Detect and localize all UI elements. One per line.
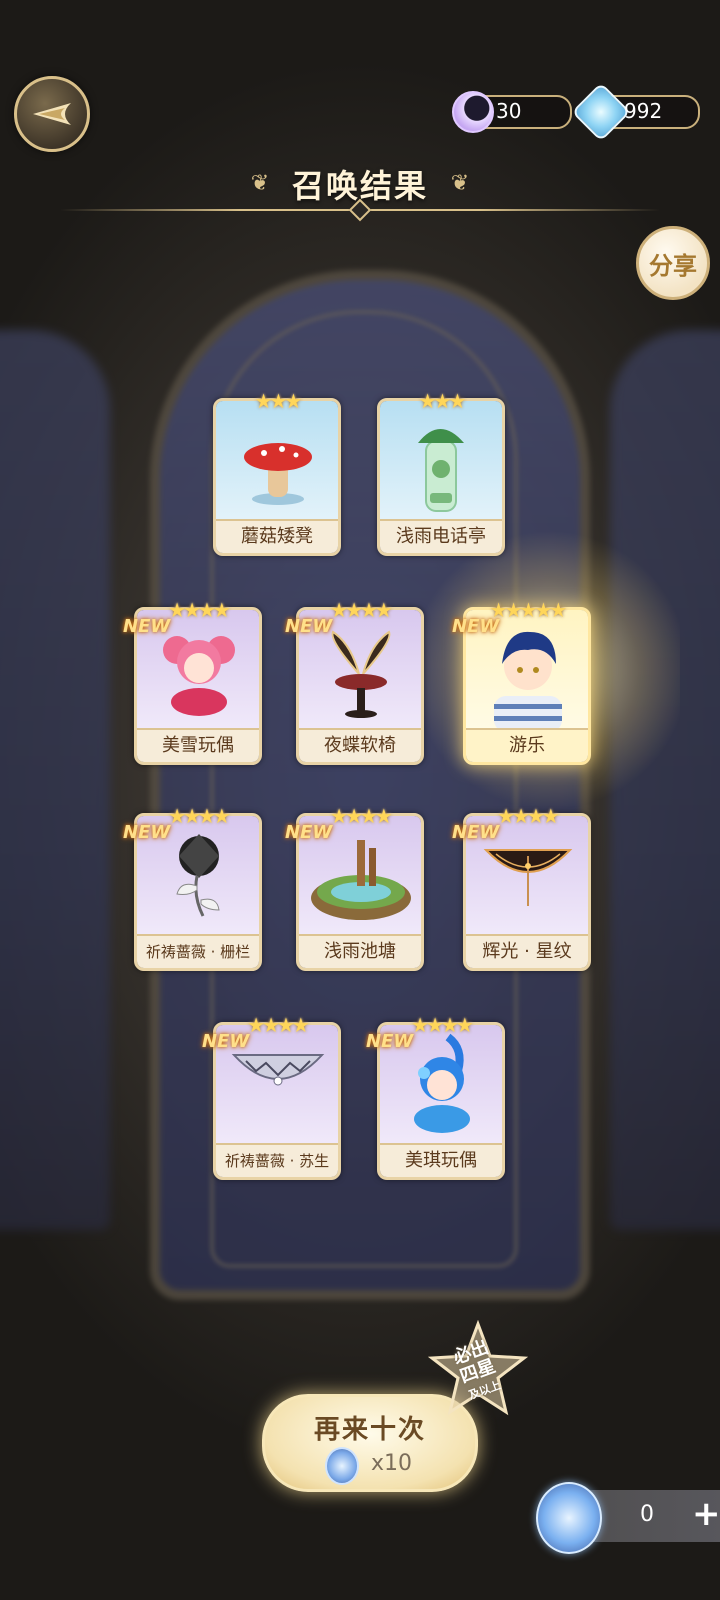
new-badge: NEW: [366, 1031, 414, 1052]
card-name: 夜蝶软椅: [299, 728, 421, 762]
share-label: 分享: [649, 251, 697, 280]
result-card-6[interactable]: ★★★★ NEW 祈祷蔷薇 · 栅栏: [123, 804, 262, 971]
card-name: 浅雨池塘: [299, 934, 421, 968]
title-banner: ❦ 召唤结果 ❦: [0, 155, 720, 225]
result-card-10[interactable]: ★★★★ NEW 美琪玩偶: [366, 1013, 505, 1180]
card-name: 祈祷蔷薇 · 栅栏: [137, 934, 259, 968]
card-art: [216, 401, 338, 523]
result-card-1[interactable]: ★★★ 蘑菇矮凳: [213, 389, 341, 556]
gem-currency[interactable]: 992: [571, 82, 700, 142]
summon-ticket-large-icon: [536, 1482, 602, 1554]
moon-currency-value: 30: [496, 99, 522, 123]
result-card-4[interactable]: ★★★★ NEW 夜蝶软椅: [285, 598, 424, 765]
moon-icon: [452, 91, 494, 133]
summon-cost: x10: [371, 1451, 413, 1476]
card-name: 美琪玩偶: [380, 1143, 502, 1177]
new-badge: NEW: [285, 822, 333, 843]
background: [0, 0, 720, 1600]
new-badge: NEW: [123, 822, 171, 843]
moon-currency[interactable]: 30: [452, 91, 572, 133]
card-stars: ★★★: [254, 389, 303, 413]
card-name: 浅雨电话亭: [380, 519, 502, 553]
card-name: 美雪玩偶: [137, 728, 259, 762]
wing-back-icon: [33, 103, 71, 125]
new-badge: NEW: [452, 616, 500, 637]
new-badge: NEW: [123, 616, 171, 637]
back-button[interactable]: [14, 76, 90, 152]
new-badge: NEW: [285, 616, 333, 637]
result-card-7[interactable]: ★★★★ NEW 浅雨池塘: [285, 804, 424, 971]
result-card-5[interactable]: ★★★★★ NEW 游乐: [452, 598, 591, 765]
add-ticket-button[interactable]: +: [692, 1494, 720, 1534]
result-card-8[interactable]: ★★★★ NEW 辉光 · 星纹: [452, 804, 591, 971]
card-name: 蘑菇矮凳: [216, 519, 338, 553]
card-name: 祈祷蔷薇 · 苏生: [216, 1143, 338, 1177]
guarantee-badge: 必出 四星 及以上: [427, 1319, 529, 1420]
card-name: 辉光 · 星纹: [466, 934, 588, 968]
gem-currency-value: 992: [624, 99, 663, 123]
summon-ticket-icon: [325, 1447, 359, 1485]
right-ornament-icon: ❦: [450, 171, 470, 196]
result-card-9[interactable]: ★★★★ NEW 祈祷蔷薇 · 苏生: [202, 1013, 341, 1180]
new-badge: NEW: [202, 1031, 250, 1052]
card-stars: ★★★: [418, 389, 467, 413]
ticket-count: 0: [640, 1502, 654, 1527]
card-art: [380, 401, 502, 523]
card-name: 游乐: [466, 728, 588, 762]
phone-booth-icon: [418, 429, 464, 512]
mushroom-stool-icon: [244, 443, 312, 505]
new-badge: NEW: [452, 822, 500, 843]
result-card-3[interactable]: ★★★★ NEW 美雪玩偶: [123, 598, 262, 765]
background-window-left: [0, 330, 110, 1230]
share-button[interactable]: 分享: [636, 226, 710, 300]
result-card-2[interactable]: ★★★ 浅雨电话亭: [377, 389, 505, 556]
